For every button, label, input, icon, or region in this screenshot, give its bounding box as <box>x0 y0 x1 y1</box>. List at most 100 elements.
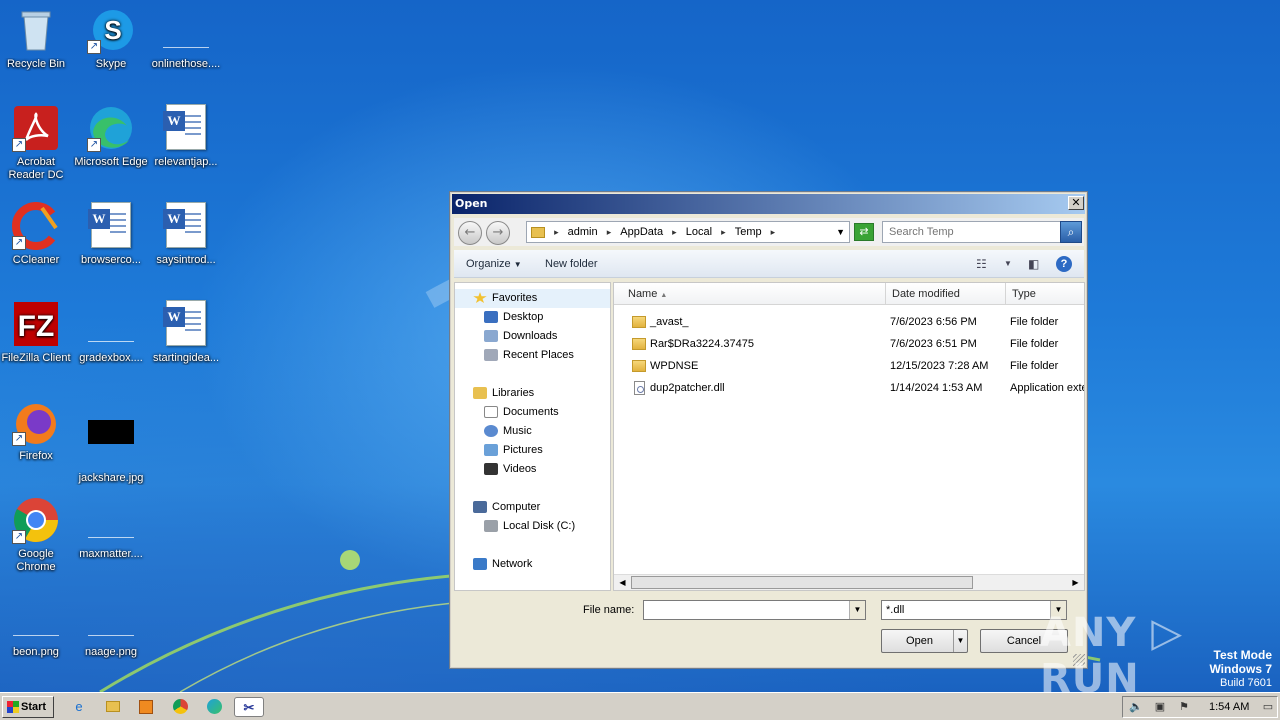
network-tray-icon[interactable]: ▣ <box>1153 700 1167 714</box>
scroll-left-icon[interactable]: ◀ <box>615 576 630 589</box>
horizontal-scrollbar[interactable]: ◀ ▶ <box>614 574 1084 590</box>
file-name-field[interactable]: ▼ <box>643 600 866 620</box>
search-box[interactable]: ⌕ <box>882 221 1082 243</box>
desktop-icon-relevantjap[interactable]: W relevantjap... <box>148 104 224 169</box>
active-app-icon[interactable]: ✂ <box>234 697 264 717</box>
scrollbar-thumb[interactable] <box>631 576 973 589</box>
desktop-icon-firefox[interactable]: ↗ Firefox <box>0 398 74 463</box>
file-row[interactable]: Rar$DRa3224.37475 7/6/2023 6:51 PM File … <box>614 333 1084 355</box>
desktop-icon-skype[interactable]: S ↗ Skype <box>73 6 149 71</box>
chrome-icon[interactable] <box>169 697 191 717</box>
help-icon[interactable]: ? <box>1056 256 1072 272</box>
file-name: WPDNSE <box>650 360 699 372</box>
chevron-down-icon[interactable]: ▼ <box>836 222 845 242</box>
desktop-icon-chrome[interactable]: ↗ Google Chrome <box>0 496 74 574</box>
nav-computer[interactable]: Computer <box>473 498 540 517</box>
file-row[interactable]: WPDNSE 12/15/2023 7:28 AM File folder <box>614 355 1084 377</box>
word-document-icon: W <box>162 202 210 250</box>
media-player-icon[interactable] <box>135 697 157 717</box>
breadcrumb-local[interactable]: Local <box>686 226 712 238</box>
search-input[interactable] <box>883 222 1061 242</box>
desktop-icon-edge[interactable]: ↗ Microsoft Edge <box>73 104 149 169</box>
organize-menu[interactable]: Organize ▼ <box>466 250 522 279</box>
clock[interactable]: 1:54 AM <box>1209 697 1249 717</box>
file-row[interactable]: dup2patcher.dll 1/14/2024 1:53 AM Applic… <box>614 377 1084 399</box>
file-date: 7/6/2023 6:51 PM <box>890 338 977 350</box>
show-desktop-icon[interactable]: ▭ <box>1261 700 1275 714</box>
refresh-icon: ⇄ <box>859 225 869 238</box>
nav-local-disk[interactable]: Local Disk (C:) <box>484 517 575 536</box>
file-name: Rar$DRa3224.37475 <box>650 338 754 350</box>
desktop-icon-onlinethose[interactable]: onlinethose.... <box>148 6 224 71</box>
file-type: File folder <box>1010 338 1059 350</box>
speaker-icon[interactable]: 🔈 <box>1129 700 1143 714</box>
shortcut-arrow-icon: ↗ <box>12 432 26 446</box>
nav-network[interactable]: Network <box>473 555 532 574</box>
chevron-down-icon[interactable]: ▼ <box>849 601 865 619</box>
nav-favorites[interactable]: Favorites <box>473 289 537 308</box>
shortcut-arrow-icon: ↗ <box>12 236 26 250</box>
refresh-button[interactable]: ⇄ <box>854 223 874 241</box>
column-date-modified[interactable]: Date modified <box>886 283 1006 305</box>
preview-pane-icon[interactable]: ◧ <box>1028 256 1039 272</box>
breadcrumb-admin[interactable]: admin <box>568 226 598 238</box>
forward-button[interactable]: → <box>486 221 510 245</box>
nav-documents[interactable]: Documents <box>484 403 559 422</box>
desktop-icon-label: gradexbox.... <box>79 352 143 364</box>
column-type[interactable]: Type <box>1006 283 1084 305</box>
nav-label: Computer <box>492 501 541 513</box>
breadcrumb-appdata[interactable]: AppData <box>620 226 663 238</box>
desktop-icon-beon[interactable]: beon.png <box>0 594 74 659</box>
desktop-icon-browserco[interactable]: W browserco... <box>73 202 149 267</box>
back-button[interactable]: ← <box>458 221 482 245</box>
downloads-icon <box>484 330 498 343</box>
desktop-icon-startingidea[interactable]: W startingidea... <box>148 300 224 365</box>
nav-music[interactable]: Music <box>484 422 532 441</box>
column-label: Name <box>628 288 658 300</box>
close-button[interactable]: ✕ <box>1068 196 1084 210</box>
desktop-icon-naage[interactable]: naage.png <box>73 594 149 659</box>
file-type-filter-value: *.dll <box>886 604 905 616</box>
nav-recent-places[interactable]: Recent Places <box>484 346 574 365</box>
edge-icon[interactable] <box>203 697 225 717</box>
chevron-down-icon[interactable]: ▼ <box>1004 256 1012 272</box>
column-header: Name ▲ Date modified Type <box>614 283 1084 305</box>
nav-libraries[interactable]: Libraries <box>473 384 534 403</box>
desktop-icon-gradexbox[interactable]: gradexbox.... <box>73 300 149 365</box>
desktop-icon-label: CCleaner <box>12 254 60 266</box>
desktop-icon-acrobat[interactable]: ↗ Acrobat Reader DC <box>0 104 74 182</box>
desktop-icon-label: Microsoft Edge <box>74 156 148 168</box>
chevron-down-icon[interactable]: ▼ <box>953 630 967 652</box>
shortcut-arrow-icon: ↗ <box>87 40 101 54</box>
column-name[interactable]: Name ▲ <box>622 283 886 305</box>
file-name: _avast_ <box>650 316 689 328</box>
start-button[interactable]: Start <box>2 696 54 718</box>
desktop-icon-label: startingidea... <box>152 352 220 364</box>
new-folder-button[interactable]: New folder <box>545 250 598 278</box>
desktop-icon-maxmatter[interactable]: maxmatter.... <box>73 496 149 561</box>
nav-downloads[interactable]: Downloads <box>484 327 557 346</box>
file-row[interactable]: _avast_ 7/6/2023 6:56 PM File folder <box>614 311 1084 333</box>
desktop-icon-recycle-bin[interactable]: Recycle Bin <box>0 6 74 71</box>
scroll-right-icon[interactable]: ▶ <box>1068 576 1083 589</box>
open-button[interactable]: Open ▼ <box>881 629 968 653</box>
shortcut-arrow-icon: ↗ <box>12 138 26 152</box>
search-icon: ⌕ <box>1067 225 1075 239</box>
desktop-icon-saysintrod[interactable]: W saysintrod... <box>148 202 224 267</box>
address-bar[interactable]: ▸ admin ▸ AppData ▸ Local ▸ Temp ▸ ▼ <box>526 221 850 243</box>
breadcrumb-temp[interactable]: Temp <box>735 226 762 238</box>
flag-icon[interactable]: ⚑ <box>1177 700 1191 714</box>
nav-videos[interactable]: Videos <box>484 460 536 479</box>
navigation-pane: Favorites Desktop Downloads Recent Place… <box>454 282 611 591</box>
nav-pictures[interactable]: Pictures <box>484 441 543 460</box>
search-button[interactable]: ⌕ <box>1060 221 1082 243</box>
desktop-icon-jackshare[interactable]: jackshare.jpg <box>73 398 149 485</box>
file-explorer-icon[interactable] <box>102 697 124 717</box>
desktop-icon-filezilla[interactable]: FZ FileZilla Client <box>0 300 74 365</box>
hard-disk-icon <box>484 520 498 533</box>
internet-explorer-icon[interactable]: e <box>68 697 90 717</box>
nav-desktop[interactable]: Desktop <box>484 308 543 327</box>
file-date: 7/6/2023 6:56 PM <box>890 316 977 328</box>
desktop-icon-ccleaner[interactable]: ↗ CCleaner <box>0 202 74 267</box>
view-options-icon[interactable]: ☷ <box>976 256 987 272</box>
